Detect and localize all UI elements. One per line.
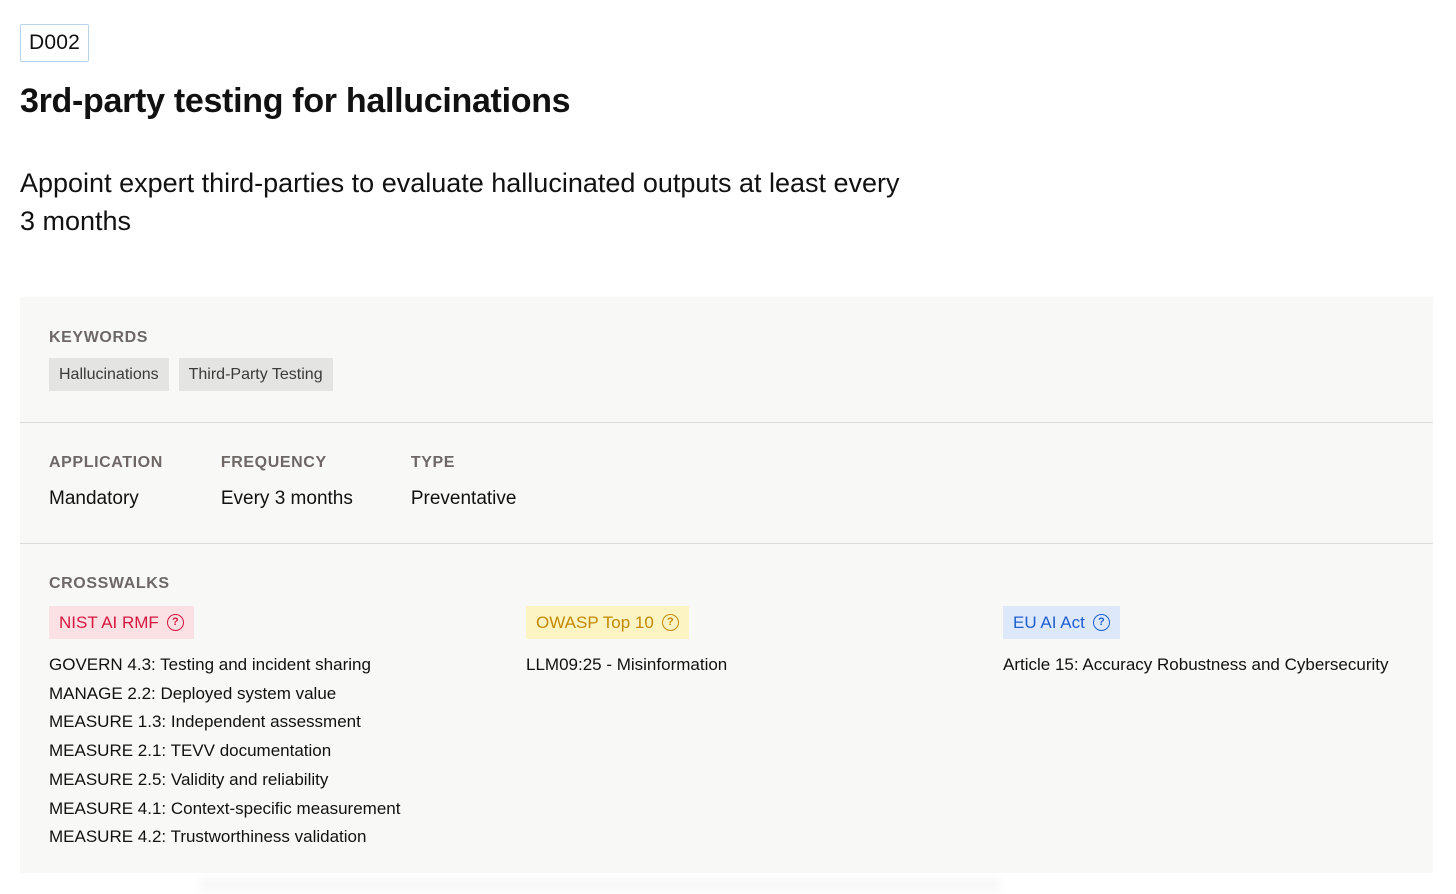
property-value: Every 3 months — [220, 488, 353, 509]
property-value: Preventative — [410, 488, 517, 509]
crosswalk-item-list: GOVERN 4.3: Testing and incident sharing… — [49, 651, 400, 852]
property-label: TYPE — [410, 454, 456, 471]
crosswalk-item-list: Article 15: Accuracy Robustness and Cybe… — [1003, 651, 1389, 680]
details-panel: KEYWORDS Hallucinations Third-Party Test… — [20, 297, 1433, 873]
crosswalk-item: MEASURE 2.5: Validity and reliability — [49, 769, 329, 789]
control-id-badge: D002 — [20, 24, 90, 62]
framework-tag-nist[interactable]: NIST AI RMF ? — [49, 606, 194, 639]
framework-name: EU AI Act — [1013, 612, 1085, 632]
control-description: Appoint expert third-parties to evaluate… — [20, 168, 900, 236]
property-frequency: FREQUENCY Every 3 months — [221, 454, 353, 510]
crosswalk-item: GOVERN 4.3: Testing and incident sharing — [49, 655, 371, 674]
property-label: FREQUENCY — [220, 454, 327, 471]
crosswalk-item: MEASURE 4.1: Context-specific measuremen… — [49, 798, 401, 818]
crosswalk-item: MEASURE 1.3: Independent assessment — [49, 712, 361, 732]
framework-name: NIST AI RMF — [59, 612, 159, 632]
control-title: 3rd-party testing for hallucinations — [20, 82, 571, 120]
divider — [20, 422, 1433, 423]
crosswalk-item: MANAGE 2.2: Deployed system value — [49, 683, 337, 703]
crosswalk-item: LLM09:25 - Misinformation — [526, 655, 728, 674]
question-circle-icon[interactable]: ? — [166, 614, 184, 631]
question-circle-icon[interactable]: ? — [661, 614, 679, 631]
crosswalk-item: Article 15: Accuracy Robustness and Cybe… — [1003, 655, 1389, 674]
framework-tag-eu-ai-act[interactable]: EU AI Act ? — [1003, 606, 1120, 639]
crosswalk-item: MEASURE 4.2: Trustworthiness validation — [49, 827, 367, 847]
crosswalk-eu-ai-act: EU AI Act ? Article 15: Accuracy Robustn… — [1003, 606, 1389, 680]
property-application: APPLICATION Mandatory — [49, 454, 163, 510]
properties-row: APPLICATION Mandatory FREQUENCY Every 3 … — [49, 454, 574, 510]
keyword-list: Hallucinations Third-Party Testing — [49, 358, 333, 391]
property-type: TYPE Preventative — [411, 454, 517, 510]
keywords-label: KEYWORDS — [49, 329, 149, 346]
divider — [20, 543, 1433, 544]
framework-name: OWASP Top 10 — [536, 612, 654, 632]
keywords-section: KEYWORDS Hallucinations Third-Party Test… — [49, 329, 333, 391]
crosswalk-item-list: LLM09:25 - Misinformation — [526, 651, 727, 680]
crosswalk-owasp: OWASP Top 10 ? LLM09:25 - Misinformation — [526, 606, 727, 680]
crosswalk-nist: NIST AI RMF ? GOVERN 4.3: Testing and in… — [49, 606, 400, 852]
property-value: Mandatory — [49, 488, 139, 509]
crosswalk-item: MEASURE 2.1: TEVV documentation — [49, 741, 332, 761]
keyword-chip[interactable]: Hallucinations — [49, 358, 169, 391]
panel-shadow — [200, 880, 1000, 894]
crosswalks-label: CROSSWALKS — [49, 575, 170, 592]
framework-tag-owasp[interactable]: OWASP Top 10 ? — [526, 606, 689, 639]
property-label: APPLICATION — [49, 454, 163, 471]
keyword-chip[interactable]: Third-Party Testing — [178, 358, 333, 391]
question-circle-icon[interactable]: ? — [1092, 614, 1110, 631]
